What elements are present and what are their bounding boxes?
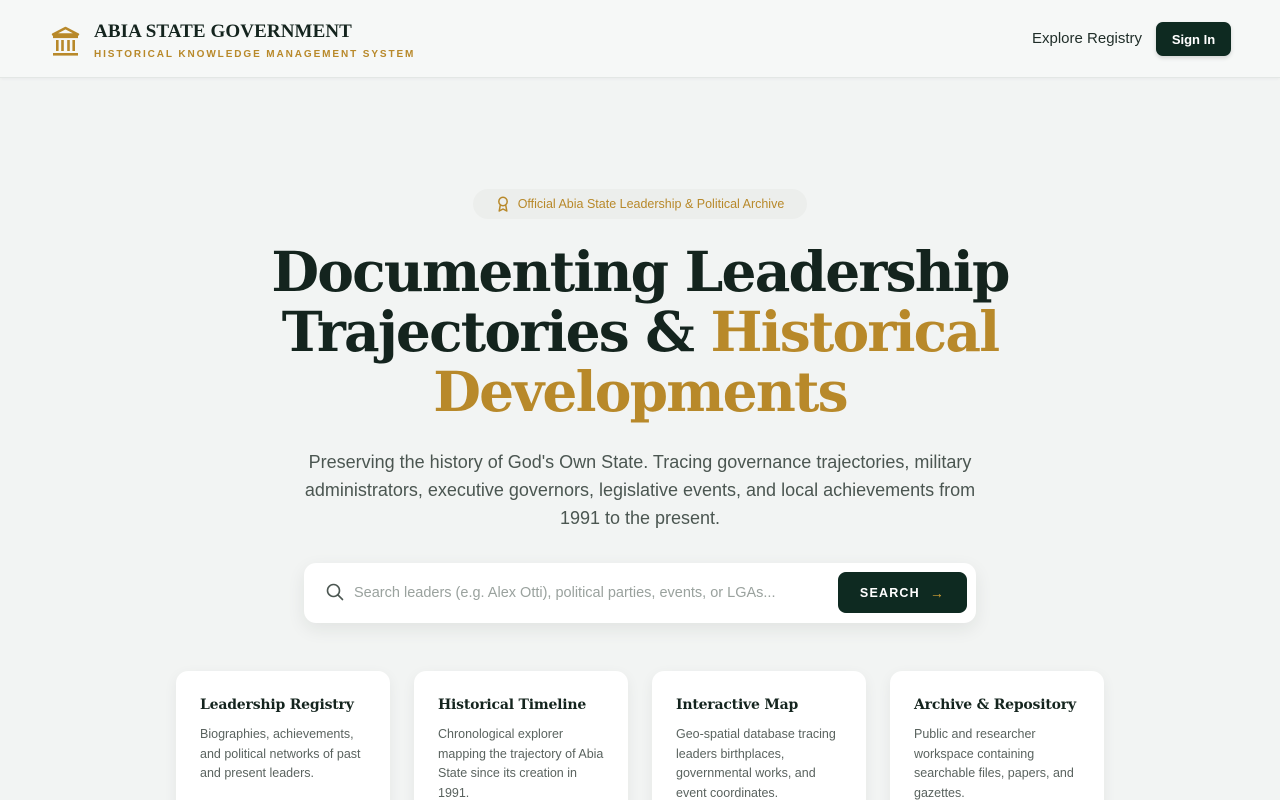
brand[interactable]: ABIA STATE GOVERNMENT HISTORICAL KNOWLED… — [51, 22, 415, 61]
search-icon — [326, 583, 344, 601]
arrow-right-icon: → — [929, 584, 946, 601]
archive-badge: Official Abia State Leadership & Politic… — [473, 189, 807, 219]
headline-line-1: Documenting Leadership — [271, 239, 1010, 304]
brand-subtitle: HISTORICAL KNOWLEDGE MANAGEMENT SYSTEM — [94, 49, 416, 60]
card-historical-timeline[interactable]: Historical Timeline Chronological explor… — [414, 671, 628, 800]
award-ribbon-icon — [497, 196, 508, 212]
search-input[interactable] — [354, 577, 824, 609]
card-description: Public and researcher workspace containi… — [914, 727, 1074, 800]
card-description: Chronological explorer mapping the traje… — [438, 727, 604, 800]
search-button[interactable]: SEARCH → — [838, 572, 967, 613]
headline-line-3-gold: Developments — [433, 359, 848, 424]
brand-title: ABIA STATE GOVERNMENT — [94, 21, 352, 42]
headline-line-2-gold: Historical — [710, 299, 1000, 364]
explore-registry-link[interactable]: Explore Registry — [1032, 30, 1142, 47]
card-title: Interactive Map — [676, 697, 799, 713]
card-archive-repository[interactable]: Archive & Repository Public and research… — [890, 671, 1104, 800]
search-button-label: SEARCH — [859, 585, 920, 600]
card-title: Leadership Registry — [200, 697, 354, 713]
badge-text: Official Abia State Leadership & Politic… — [517, 197, 785, 211]
site-header: ABIA STATE GOVERNMENT HISTORICAL KNOWLED… — [0, 0, 1280, 78]
search-bar: SEARCH → — [304, 563, 976, 623]
hero-description: Preserving the history of God's Own Stat… — [304, 452, 976, 528]
card-title: Historical Timeline — [438, 697, 587, 713]
card-description: Geo-spatial database tracing leaders bir… — [676, 727, 836, 800]
card-title: Archive & Repository — [914, 697, 1076, 713]
headline-line-2-dark: Trajectories & — [281, 299, 711, 364]
sign-in-button[interactable]: Sign In — [1156, 22, 1231, 56]
card-leadership-registry[interactable]: Leadership Registry Biographies, achieve… — [176, 671, 390, 800]
card-interactive-map[interactable]: Interactive Map Geo-spatial database tra… — [652, 671, 866, 800]
government-building-icon — [51, 26, 80, 56]
hero-headline: Documenting Leadership Trajectories & Hi… — [140, 242, 1140, 422]
brand-text: ABIA STATE GOVERNMENT HISTORICAL KNOWLED… — [94, 22, 415, 61]
card-description: Biographies, achievements, and political… — [200, 727, 361, 780]
